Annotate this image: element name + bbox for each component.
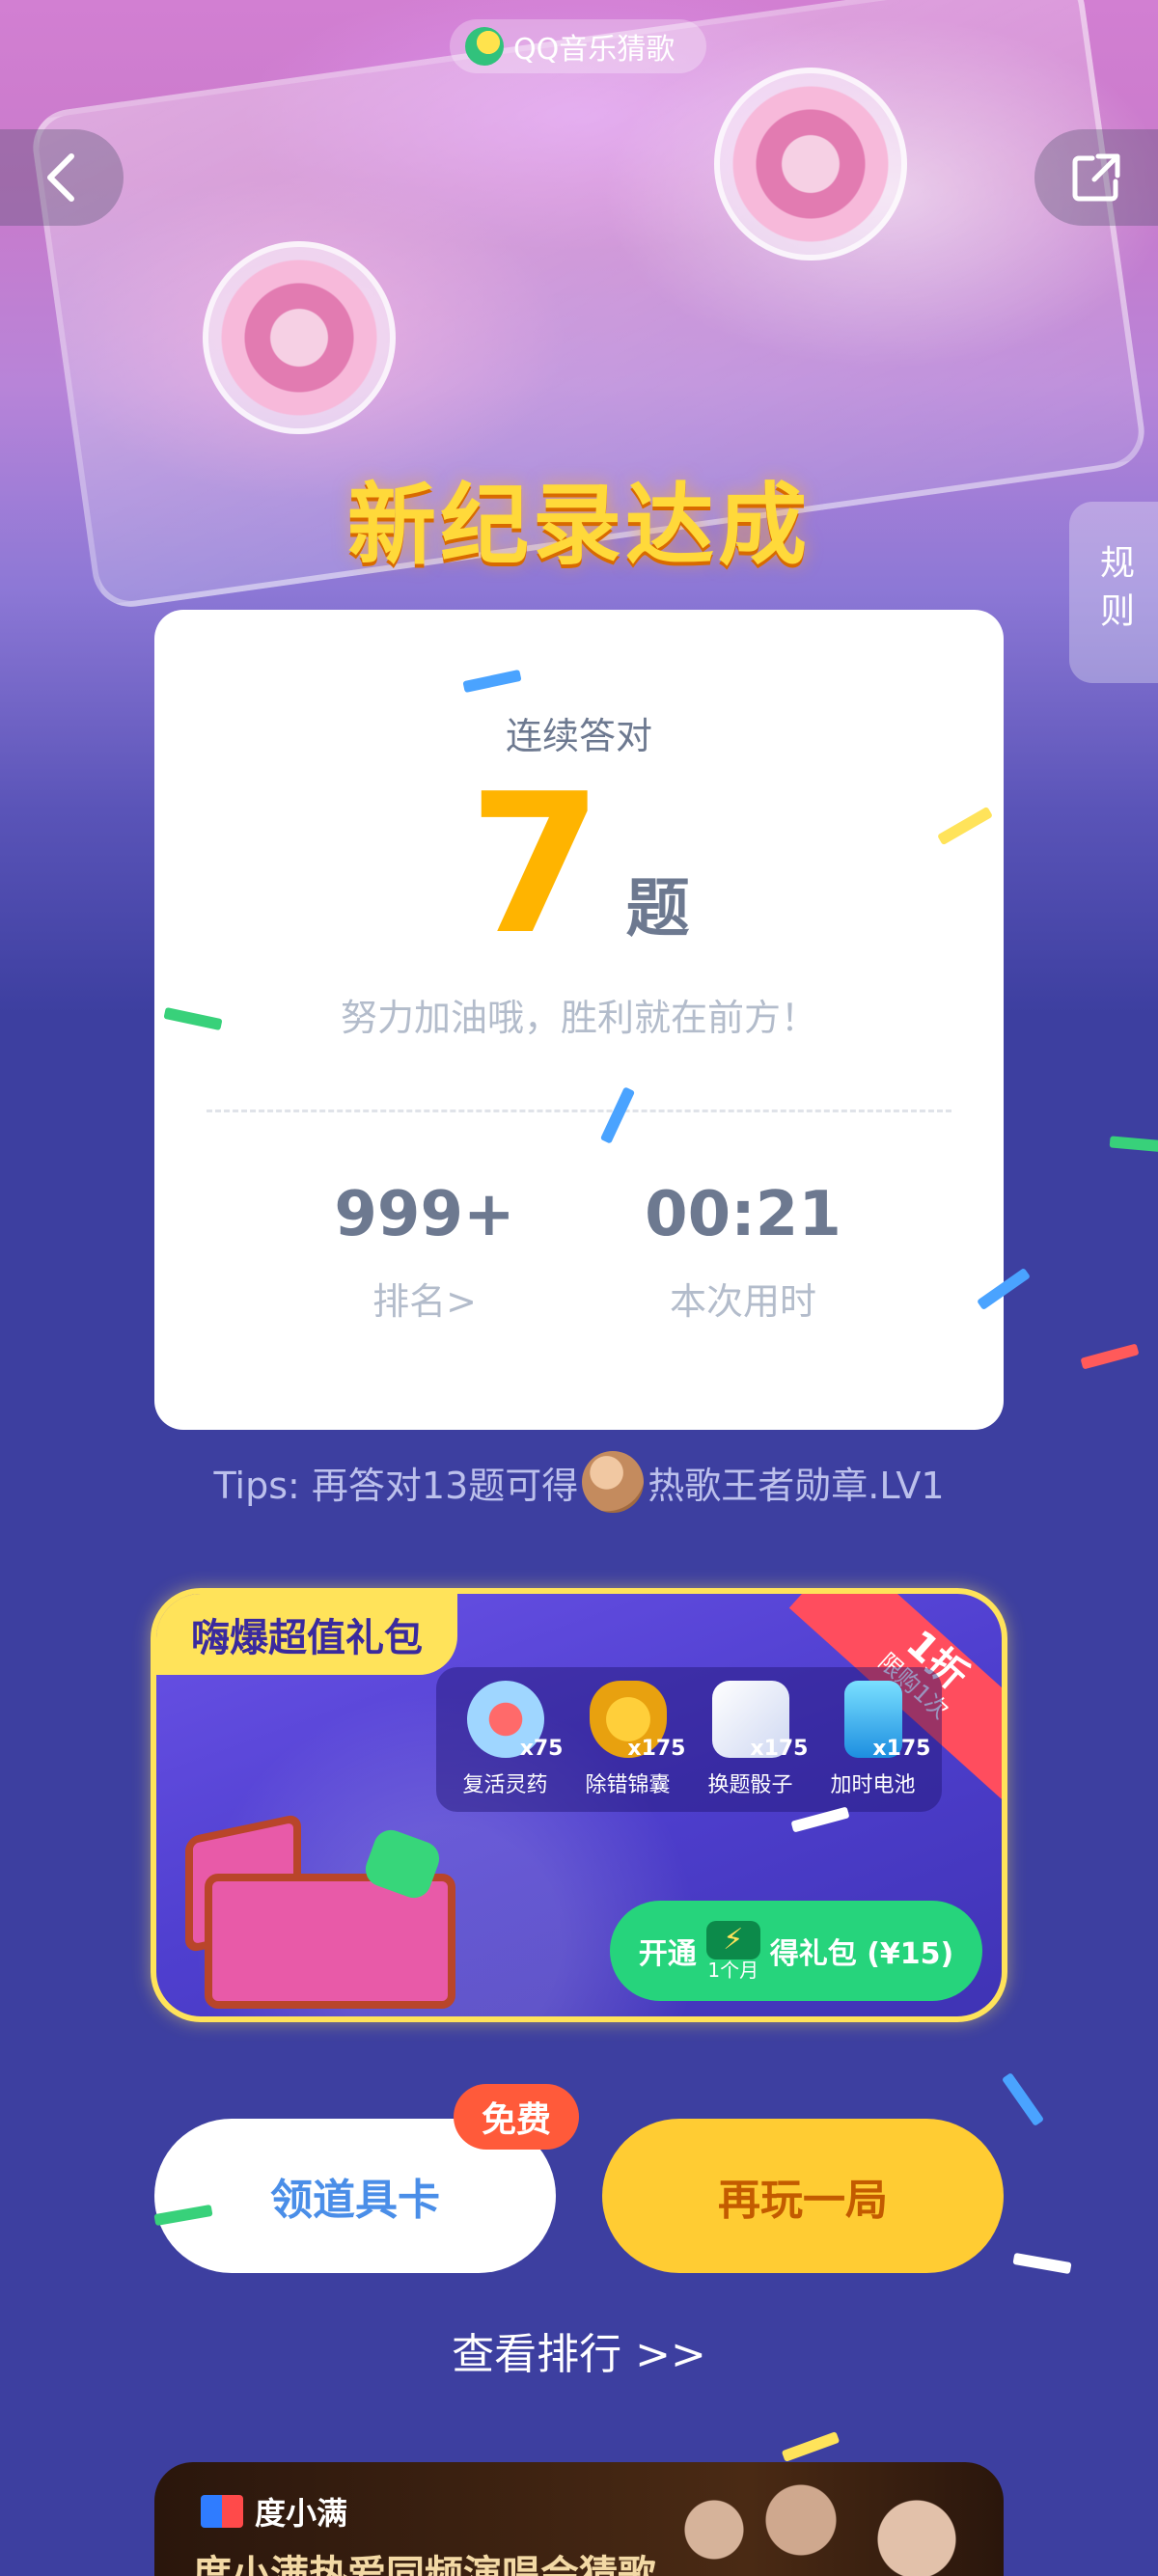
- encouragement-text: 努力加油哦，胜利就在前方！: [340, 997, 817, 1039]
- time-label: 本次用时: [669, 1280, 816, 1323]
- cassette-reel-icon: [714, 68, 907, 260]
- result-card: 连续答对 7 题 努力加油哦，胜利就在前方！ 999+ 排名> 00:21 本次…: [154, 610, 1004, 1430]
- tips-line: Tips: 再答对13题可得 热歌王者勋章.LV1: [0, 1451, 1158, 1513]
- ad-brand-name: 度小满: [255, 2495, 348, 2532]
- item-count: x175: [872, 1737, 931, 1761]
- buy-prefix: 开通: [638, 1937, 697, 1971]
- new-record-title: 新纪录达成: [346, 474, 811, 577]
- streak-count: 7: [468, 753, 603, 977]
- share-icon: [1072, 153, 1120, 202]
- membership-duration: 1个月: [707, 1959, 759, 1982]
- item-name: 加时电池: [830, 1773, 916, 1797]
- free-badge: 免费: [454, 2084, 579, 2150]
- claim-prop-card-label: 领道具卡: [270, 2176, 440, 2225]
- share-button[interactable]: [1034, 129, 1158, 226]
- item-count: x175: [750, 1737, 809, 1761]
- lightning-icon: ⚡: [705, 1921, 760, 1959]
- divider: [207, 1110, 951, 1112]
- app-title-pill: QQ音乐猜歌: [450, 19, 706, 73]
- rank-link[interactable]: 排名>: [280, 1272, 569, 1325]
- play-again-label: 再玩一局: [718, 2176, 888, 2225]
- chevron-left-icon: [47, 153, 74, 202]
- confetti-decoration: [781, 2431, 841, 2462]
- gift-items-list: x75 复活灵药 x175 除错锦囊 x175 换题骰子 x175 加时电池: [436, 1667, 942, 1812]
- time-value: 00:21: [645, 1179, 841, 1250]
- streak-count-row: 7 题: [154, 753, 1004, 977]
- medal-icon: [582, 1451, 645, 1513]
- time-stat: 00:21 本次用时: [598, 1179, 888, 1325]
- membership-badge: ⚡ 1个月: [705, 1921, 760, 1982]
- ad-banner[interactable]: 度小满 度小满热爱同频演唱会猜歌: [154, 2462, 1004, 2576]
- buy-gift-pack-button[interactable]: 开通 ⚡ 1个月 得礼包 (¥15): [610, 1901, 982, 2001]
- streak-label: 连续答对: [505, 715, 652, 757]
- duxiaoman-logo-icon: [201, 2495, 243, 2528]
- gift-pack-title: 嗨爆超值礼包: [156, 1594, 457, 1675]
- tips-text: Tips: 再答对13题可得: [213, 1464, 579, 1507]
- confetti-decoration: [1001, 2071, 1045, 2127]
- item-count: x75: [519, 1737, 564, 1761]
- play-again-button[interactable]: 再玩一局: [602, 2119, 1004, 2273]
- gift-pack-panel[interactable]: 嗨爆超值礼包 1折 限购1次 x75 复活灵药 x175 除错锦囊 x175 换…: [151, 1588, 1007, 2022]
- confetti-decoration: [1080, 1343, 1140, 1370]
- treasure-chest-icon: [185, 1813, 475, 2009]
- confetti-decoration: [1012, 2252, 1072, 2275]
- gift-item: x175 除错锦囊: [570, 1681, 686, 1798]
- ad-celebrities-image: [656, 2472, 984, 2576]
- medal-name: 热歌王者勋章.LV1: [648, 1464, 945, 1507]
- back-button[interactable]: [0, 129, 124, 226]
- buy-suffix: 得礼包 (¥15): [769, 1937, 954, 1971]
- gift-item: x75 复活灵药: [448, 1681, 564, 1798]
- ad-headline: 度小满热爱同频演唱会猜歌: [193, 2553, 656, 2576]
- qq-music-logo-icon: [465, 27, 504, 66]
- view-ranking-link[interactable]: 查看排行 >>: [0, 2319, 1158, 2381]
- item-name: 换题骰子: [707, 1773, 793, 1797]
- rank-value: 999+: [334, 1179, 515, 1250]
- rank-stat[interactable]: 999+ 排名>: [280, 1179, 569, 1325]
- item-name: 复活灵药: [462, 1773, 548, 1797]
- item-count: x175: [627, 1737, 686, 1761]
- gift-item: x175 换题骰子: [693, 1681, 809, 1798]
- cassette-reel-icon: [203, 241, 396, 434]
- app-title: QQ音乐猜歌: [513, 33, 676, 67]
- confetti-decoration: [1109, 1136, 1158, 1153]
- gift-item: x175 加时电池: [815, 1681, 931, 1798]
- item-name: 除错锦囊: [585, 1773, 671, 1797]
- ad-brand: 度小满: [201, 2489, 347, 2534]
- streak-unit: 题: [625, 871, 690, 945]
